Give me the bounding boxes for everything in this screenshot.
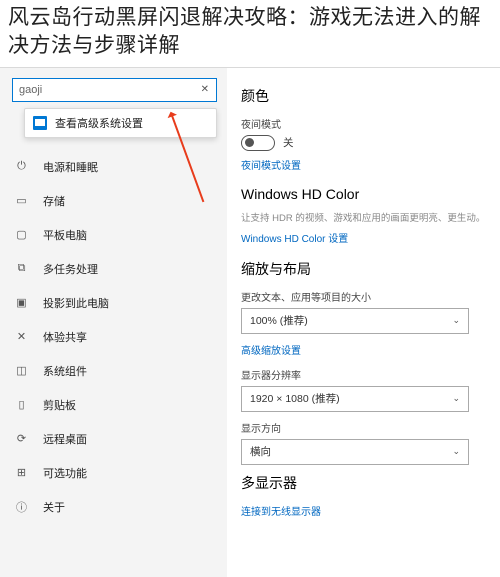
sidebar-item-about[interactable]: ⓘ 关于 — [0, 490, 227, 524]
orient-value: 横向 — [250, 444, 271, 459]
storage-icon: ▭ — [14, 193, 29, 208]
optional-icon: ⊞ — [14, 465, 29, 480]
multitask-icon: ⧉ — [14, 261, 29, 276]
search-dropdown: 查看高级系统设置 — [24, 108, 217, 138]
sidebar: ✕ 查看高级系统设置 ⏻ 电源和睡眠 ▭ 存储 ▢ 平板电脑 ⧉ 多任务处理 ▣ 投影到此… — [0, 68, 227, 577]
sidebar-item-label: 投影到此电脑 — [43, 295, 109, 311]
page-title: 风云岛行动黑屏闪退解决攻略：游戏无法进入的解决方法与步骤详解 — [0, 0, 500, 67]
wireless-display-link[interactable]: 连接到无线显示器 — [241, 503, 494, 518]
resolution-combo[interactable]: 1920 × 1080 (推荐) ⌄ — [241, 386, 469, 412]
sidebar-item-components[interactable]: ◫ 系统组件 — [0, 354, 227, 388]
hdcolor-desc: 让支持 HDR 的视频、游戏和应用的画面更明亮、更生动。 — [241, 212, 494, 226]
sidebar-item-label: 多任务处理 — [43, 261, 98, 277]
res-value: 1920 × 1080 (推荐) — [250, 391, 340, 406]
share-icon: ✕ — [14, 329, 29, 344]
orient-label: 显示方向 — [241, 420, 494, 435]
night-mode-toggle[interactable] — [241, 135, 275, 151]
sidebar-item-label: 存储 — [43, 193, 65, 209]
tablet-icon: ▢ — [14, 227, 29, 242]
search-container: ✕ 查看高级系统设置 — [12, 78, 217, 102]
sidebar-item-label: 关于 — [43, 499, 65, 515]
monitor-icon — [33, 116, 47, 130]
hdcolor-settings-link[interactable]: Windows HD Color 设置 — [241, 230, 494, 245]
sidebar-nav: ⏻ 电源和睡眠 ▭ 存储 ▢ 平板电脑 ⧉ 多任务处理 ▣ 投影到此电脑 ✕ 体验共享 ◫ 系… — [0, 150, 227, 524]
sidebar-item-remote[interactable]: ⟳ 远程桌面 — [0, 422, 227, 456]
sidebar-item-label: 体验共享 — [43, 329, 87, 345]
search-result-label: 查看高级系统设置 — [55, 115, 143, 131]
sidebar-item-share[interactable]: ✕ 体验共享 — [0, 320, 227, 354]
sidebar-item-label: 远程桌面 — [43, 431, 87, 447]
night-mode-settings-link[interactable]: 夜间模式设置 — [241, 157, 494, 172]
night-mode-state: 关 — [283, 135, 294, 150]
sidebar-item-optional[interactable]: ⊞ 可选功能 — [0, 456, 227, 490]
search-input[interactable] — [12, 78, 217, 102]
advanced-scale-link[interactable]: 高级缩放设置 — [241, 342, 494, 357]
sidebar-item-label: 可选功能 — [43, 465, 87, 481]
size-value: 100% (推荐) — [250, 313, 308, 328]
settings-app: ✕ 查看高级系统设置 ⏻ 电源和睡眠 ▭ 存储 ▢ 平板电脑 ⧉ 多任务处理 ▣ 投影到此… — [0, 67, 500, 577]
section-color-heading: 颜色 — [241, 86, 494, 106]
about-icon: ⓘ — [14, 499, 29, 514]
section-hdcolor-heading: Windows HD Color — [241, 186, 494, 202]
search-result-item[interactable]: 查看高级系统设置 — [25, 109, 216, 137]
components-icon: ◫ — [14, 363, 29, 378]
project-icon: ▣ — [14, 295, 29, 310]
sidebar-item-multitask[interactable]: ⧉ 多任务处理 — [0, 252, 227, 286]
section-scale-heading: 缩放与布局 — [241, 259, 494, 279]
size-label: 更改文本、应用等项目的大小 — [241, 289, 494, 304]
sidebar-item-label: 系统组件 — [43, 363, 87, 379]
clipboard-icon: ▯ — [14, 397, 29, 412]
res-label: 显示器分辨率 — [241, 367, 494, 382]
chevron-down-icon: ⌄ — [452, 446, 460, 457]
sidebar-item-tablet[interactable]: ▢ 平板电脑 — [0, 218, 227, 252]
sidebar-item-label: 电源和睡眠 — [43, 159, 98, 175]
chevron-down-icon: ⌄ — [452, 393, 460, 404]
remote-icon: ⟳ — [14, 431, 29, 446]
sidebar-item-label: 剪贴板 — [43, 397, 76, 413]
orientation-combo[interactable]: 横向 ⌄ — [241, 439, 469, 465]
section-multi-heading: 多显示器 — [241, 473, 494, 493]
toggle-knob — [245, 138, 254, 147]
sidebar-item-label: 平板电脑 — [43, 227, 87, 243]
chevron-down-icon: ⌄ — [452, 315, 460, 326]
sidebar-item-project[interactable]: ▣ 投影到此电脑 — [0, 286, 227, 320]
night-mode-label: 夜间模式 — [241, 116, 494, 131]
content-panel: 颜色 夜间模式 关 夜间模式设置 Windows HD Color 让支持 HD… — [227, 68, 500, 577]
sidebar-item-clipboard[interactable]: ▯ 剪贴板 — [0, 388, 227, 422]
sidebar-item-storage[interactable]: ▭ 存储 — [0, 184, 227, 218]
size-combo[interactable]: 100% (推荐) ⌄ — [241, 308, 469, 334]
clear-search-icon[interactable]: ✕ — [201, 84, 209, 95]
power-icon: ⏻ — [14, 159, 29, 174]
